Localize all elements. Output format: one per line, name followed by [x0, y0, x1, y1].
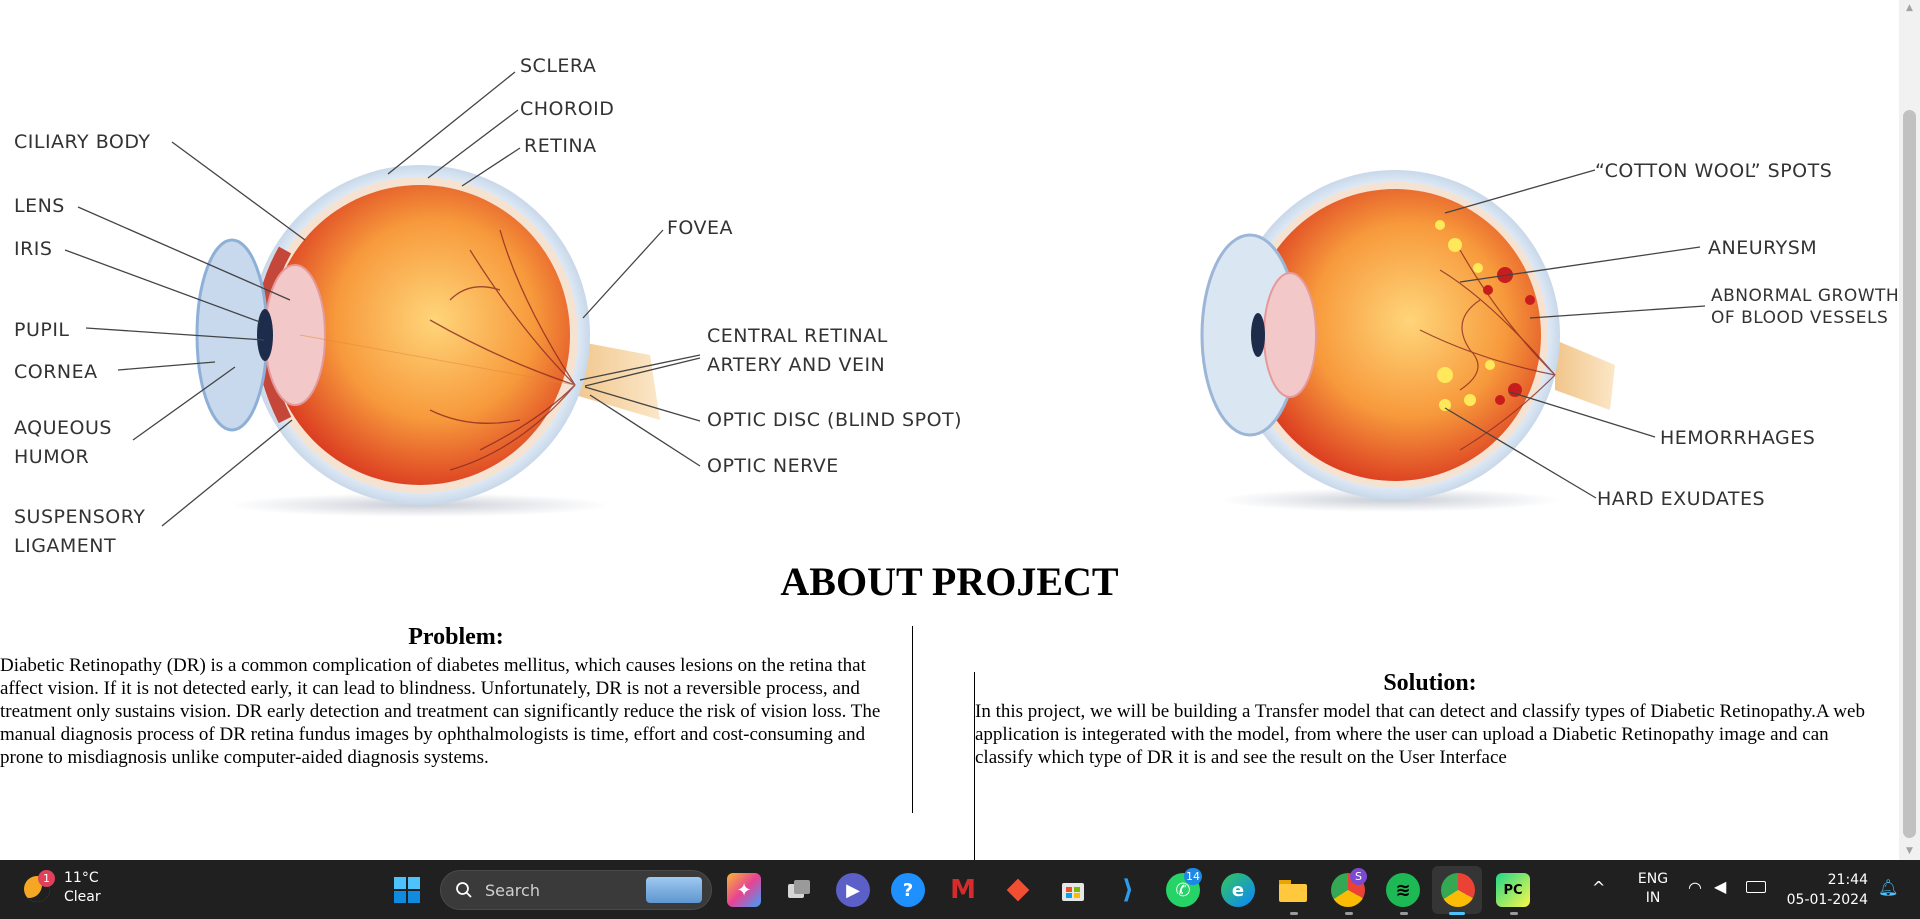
file-explorer-running-indicator: [1290, 912, 1298, 915]
language-indicator[interactable]: ENG IN: [1633, 870, 1673, 908]
clock-date: 05-01-2024: [1786, 892, 1868, 908]
label-cornea: CORNEA: [14, 361, 98, 383]
taskbar-search-box[interactable]: Search: [440, 870, 712, 910]
pycharm-running-indicator: [1510, 912, 1518, 915]
language-code: ENG: [1637, 871, 1669, 887]
mcafee-icon[interactable]: M: [946, 873, 980, 907]
label-iris: IRIS: [14, 238, 52, 260]
label-cotton-wool-spots: “COTTON WOOL” SPOTS: [1595, 160, 1832, 182]
chrome-profile-badge: S: [1350, 868, 1367, 885]
search-icon: [456, 882, 472, 898]
label-pupil: PUPIL: [14, 319, 70, 341]
label-central-retinal-line2: ARTERY AND VEIN: [707, 354, 885, 376]
task-view-icon[interactable]: [782, 873, 816, 907]
chrome-running-indicator: [1345, 912, 1353, 915]
weather-widget[interactable]: 1 11°C Clear: [22, 868, 112, 912]
git-icon[interactable]: [1001, 873, 1035, 907]
copilot-icon[interactable]: ✦: [727, 873, 761, 907]
label-retina: RETINA: [524, 135, 597, 157]
clock[interactable]: 21:44 05-01-2024: [1778, 870, 1868, 910]
vertical-scrollbar[interactable]: ▲ ▼: [1899, 0, 1920, 860]
about-project-heading: ABOUT PROJECT: [780, 559, 1119, 604]
label-abnormal-growth-line1: ABNORMAL GROWTH: [1711, 286, 1899, 306]
problem-text: Diabetic Retinopathy (DR) is a common co…: [0, 655, 881, 768]
spotify-icon[interactable]: ≋: [1386, 873, 1420, 907]
problem-heading: Problem:: [408, 624, 504, 650]
chrome-active-icon[interactable]: [1441, 873, 1475, 907]
store-icon[interactable]: [1056, 873, 1090, 907]
weather-condition: Clear: [64, 889, 101, 905]
chrome-active-indicator: [1449, 912, 1465, 915]
search-placeholder: Search: [485, 881, 540, 900]
volume-icon[interactable]: ◀: [1714, 877, 1726, 896]
label-abnormal-growth-line2: OF BLOOD VESSELS: [1711, 308, 1888, 328]
web-page: SCLERA CHOROID RETINA CILIARY BODY LENS …: [0, 0, 1899, 860]
solution-heading: Solution:: [1383, 670, 1477, 696]
label-choroid: CHOROID: [520, 98, 614, 120]
edge-icon[interactable]: e: [1221, 873, 1255, 907]
label-aqueous-line1: AQUEOUS: [14, 417, 112, 439]
pycharm-icon[interactable]: PC: [1496, 873, 1530, 907]
windows-taskbar: 1 11°C Clear Search ✦ ▶ ? M ⟩ ✆ 14 e S ≋: [0, 860, 1920, 919]
label-aqueous-line2: HUMOR: [14, 446, 89, 468]
label-optic-disc: OPTIC DISC (BLIND SPOT): [707, 409, 962, 431]
label-fovea: FOVEA: [667, 217, 733, 239]
vscode-icon[interactable]: ⟩: [1111, 873, 1145, 907]
column-divider-left: [912, 626, 913, 813]
spotify-running-indicator: [1400, 912, 1408, 915]
weather-temperature: 11°C: [64, 870, 99, 886]
search-highlight-icon: [646, 877, 702, 903]
label-suspensory-line1: SUSPENSORY: [14, 506, 145, 528]
scroll-up-arrow-icon[interactable]: ▲: [1899, 0, 1920, 17]
normal-eye-illustration: [195, 165, 660, 517]
notification-bell-icon[interactable]: 🔔︎: [1878, 878, 1898, 897]
label-hard-exudates: HARD EXUDATES: [1597, 488, 1765, 510]
label-hemorrhages: HEMORRHAGES: [1660, 427, 1815, 449]
scrollbar-thumb[interactable]: [1903, 110, 1916, 838]
label-aneurysm: ANEURYSM: [1708, 237, 1817, 259]
label-optic-nerve: OPTIC NERVE: [707, 455, 839, 477]
whatsapp-badge: 14: [1184, 868, 1202, 885]
weather-badge: 1: [38, 870, 55, 887]
wifi-icon[interactable]: ◠: [1688, 878, 1702, 897]
label-sclera: SCLERA: [520, 55, 596, 77]
solution-text: In this project, we will be building a T…: [975, 701, 1865, 768]
battery-icon[interactable]: [1746, 881, 1766, 893]
show-hidden-icons-chevron-icon[interactable]: ^: [1592, 878, 1605, 897]
scroll-down-arrow-icon[interactable]: ▼: [1899, 843, 1920, 860]
eye-anatomy-diagram: SCLERA CHOROID RETINA CILIARY BODY LENS …: [14, 55, 1899, 557]
diabetic-retinopathy-eye-illustration: [1200, 170, 1615, 512]
clock-time: 21:44: [1827, 872, 1868, 888]
label-lens: LENS: [14, 195, 65, 217]
label-central-retinal-line1: CENTRAL RETINAL: [707, 325, 888, 347]
language-region: IN: [1645, 890, 1661, 906]
teams-icon[interactable]: ▶: [836, 873, 870, 907]
file-explorer-icon[interactable]: [1276, 873, 1310, 907]
label-suspensory-line2: LIGAMENT: [14, 535, 116, 557]
start-icon[interactable]: [390, 873, 424, 907]
feedback-icon[interactable]: ?: [891, 873, 925, 907]
label-ciliary-body: CILIARY BODY: [14, 131, 151, 153]
